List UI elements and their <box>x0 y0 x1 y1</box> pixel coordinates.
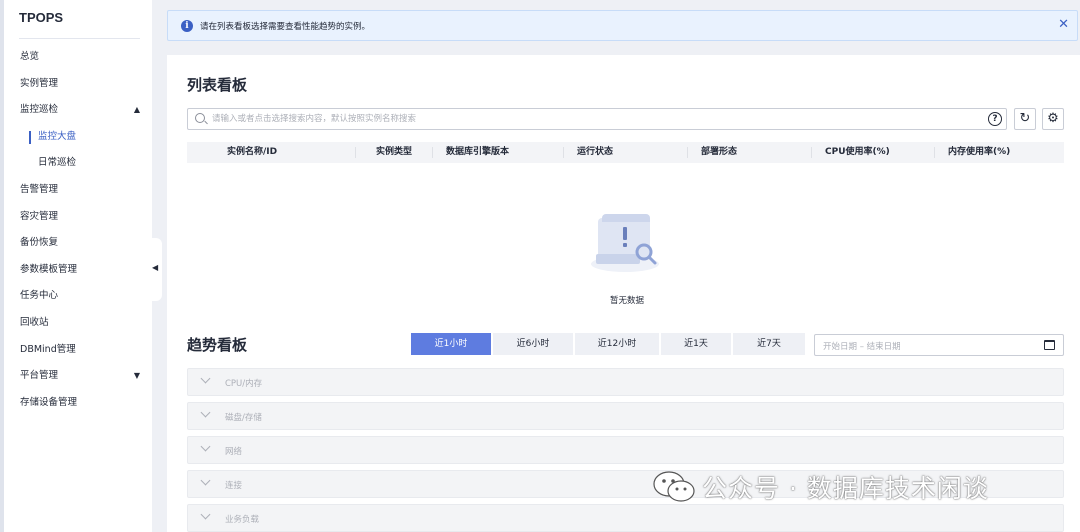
info-icon: i <box>181 20 193 32</box>
caret-down-icon: ▼ <box>133 371 140 381</box>
chevron-down-icon <box>200 373 211 384</box>
sidebar-item-daily-inspection[interactable]: 日常巡检 <box>4 150 152 177</box>
refresh-icon: ↻ <box>1019 111 1031 126</box>
column-separator <box>563 147 564 158</box>
sidebar-item-label: 总览 <box>20 51 40 62</box>
sidebar-item-disaster-recovery[interactable]: 容灾管理 <box>4 204 152 231</box>
sidebar-item-instances[interactable]: 实例管理 <box>4 71 152 98</box>
column-separator <box>811 147 812 158</box>
trend-board-title: 趋势看板 <box>187 336 248 354</box>
help-icon[interactable]: ? <box>988 112 1002 126</box>
date-range-placeholder: 开始日期 – 结束日期 <box>823 342 901 352</box>
sidebar-item-label: DBMind管理 <box>20 343 76 355</box>
sidebar-item-param-templates[interactable]: 参数模板管理 <box>4 257 152 284</box>
banner-message: 请在列表看板选择需要查看性能趋势的实例。 <box>200 22 371 32</box>
chevron-down-icon <box>200 407 211 418</box>
column-separator <box>687 147 688 158</box>
sidebar-menu: 总览 实例管理 监控巡检 ▲ 监控大盘 日常巡检 告警管理 容灾管理 备份恢复 参… <box>4 44 152 416</box>
sidebar-item-backup[interactable]: 备份恢复 <box>4 230 152 257</box>
column-header[interactable]: 运行状态 <box>577 142 613 163</box>
info-banner: i 请在列表看板选择需要查看性能趋势的实例。 ✕ <box>167 10 1078 41</box>
chevron-down-icon <box>200 509 211 520</box>
sidebar-item-storage[interactable]: 存储设备管理 <box>4 390 152 417</box>
sidebar-item-task-center[interactable]: 任务中心 <box>4 283 152 310</box>
column-header[interactable]: CPU使用率(%) <box>825 142 890 163</box>
watermark-text: 公众号 · 数据库技术闲谈 <box>702 474 989 503</box>
caret-left-icon: ◀ <box>152 263 159 272</box>
divider <box>19 38 140 39</box>
sidebar-item-alarms[interactable]: 告警管理 <box>4 177 152 204</box>
refresh-button[interactable]: ↻ <box>1014 108 1036 130</box>
date-range-picker[interactable]: 开始日期 – 结束日期 <box>814 334 1064 356</box>
sidebar-collapse-handle[interactable]: ◀ <box>150 238 162 301</box>
search-input[interactable] <box>212 111 982 127</box>
close-icon[interactable]: ✕ <box>1058 17 1069 32</box>
sidebar-item-dashboard[interactable]: 监控大盘 <box>4 124 152 151</box>
range-tab-1d[interactable]: 近1天 <box>661 333 731 355</box>
collapse-panel-disk[interactable]: 磁盘/存储 <box>187 402 1064 430</box>
search-box: ? <box>187 108 1007 130</box>
panel-label: CPU/内存 <box>225 379 263 389</box>
collapse-panel-cpu[interactable]: CPU/内存 <box>187 368 1064 396</box>
table-header: 实例名称/ID 实例类型 数据库引擎版本 运行状态 部署形态 CPU使用率(%)… <box>187 142 1064 163</box>
column-separator <box>355 147 356 158</box>
watermark: 公众号 · 数据库技术闲谈 <box>652 470 989 504</box>
empty-state-icon <box>588 210 662 276</box>
sidebar-item-label: 回收站 <box>20 316 49 328</box>
panel-label: 连接 <box>225 481 243 491</box>
sidebar-item-label: 实例管理 <box>20 77 59 89</box>
chevron-down-icon <box>200 441 211 452</box>
range-tab-7d[interactable]: 近7天 <box>733 333 805 355</box>
sidebar-item-label: 监控巡检 <box>20 104 59 116</box>
active-indicator <box>29 130 31 144</box>
sidebar-item-platform[interactable]: 平台管理 ▼ <box>4 363 152 390</box>
column-separator <box>432 147 433 158</box>
column-header[interactable]: 实例类型 <box>376 142 412 163</box>
caret-up-icon: ▲ <box>133 105 140 115</box>
settings-button[interactable]: ⚙ <box>1042 108 1064 130</box>
sidebar-item-monitoring[interactable]: 监控巡检 ▲ <box>4 97 152 124</box>
collapse-panel-network[interactable]: 网络 <box>187 436 1064 464</box>
panel-label: 磁盘/存储 <box>225 413 262 423</box>
sidebar-item-label: 平台管理 <box>20 370 59 382</box>
collapse-panel-workload[interactable]: 业务负载 <box>187 504 1064 532</box>
sidebar-item-dbmind[interactable]: DBMind管理 <box>4 337 152 364</box>
column-separator <box>934 147 935 158</box>
column-header[interactable]: 内存使用率(%) <box>948 142 1010 163</box>
column-header[interactable]: 部署形态 <box>701 142 737 163</box>
sidebar-item-label: 存储设备管理 <box>20 396 78 408</box>
column-header[interactable]: 数据库引擎版本 <box>446 142 509 163</box>
range-tab-12h[interactable]: 近12小时 <box>575 333 659 355</box>
calendar-icon <box>1044 340 1055 350</box>
panel-label: 网络 <box>225 447 243 457</box>
column-header[interactable]: 实例名称/ID <box>227 142 277 163</box>
sidebar-item-label: 日常巡检 <box>38 157 77 169</box>
sidebar-item-recycle-bin[interactable]: 回收站 <box>4 310 152 337</box>
range-tab-6h[interactable]: 近6小时 <box>493 333 573 355</box>
sidebar: TPOPS 总览 实例管理 监控巡检 ▲ 监控大盘 日常巡检 告警管理 容灾管理 … <box>0 0 152 532</box>
wechat-icon <box>652 470 696 504</box>
range-tab-1h[interactable]: 近1小时 <box>411 333 491 355</box>
gear-icon: ⚙ <box>1047 111 1059 126</box>
chevron-down-icon <box>200 475 211 486</box>
app-logo: TPOPS <box>19 10 64 25</box>
sidebar-item-label: 容灾管理 <box>20 210 59 222</box>
sidebar-item-label: 任务中心 <box>20 290 59 302</box>
sidebar-item-label: 监控大盘 <box>38 130 77 142</box>
sidebar-item-overview[interactable]: 总览 <box>4 44 152 71</box>
sidebar-item-label: 参数模板管理 <box>20 263 78 275</box>
empty-state-text: 暂无数据 <box>609 296 644 306</box>
search-icon <box>195 113 205 123</box>
sidebar-item-label: 备份恢复 <box>20 237 59 249</box>
panel-label: 业务负载 <box>225 515 260 525</box>
sidebar-item-label: 告警管理 <box>20 183 59 195</box>
list-board-title: 列表看板 <box>187 76 248 94</box>
